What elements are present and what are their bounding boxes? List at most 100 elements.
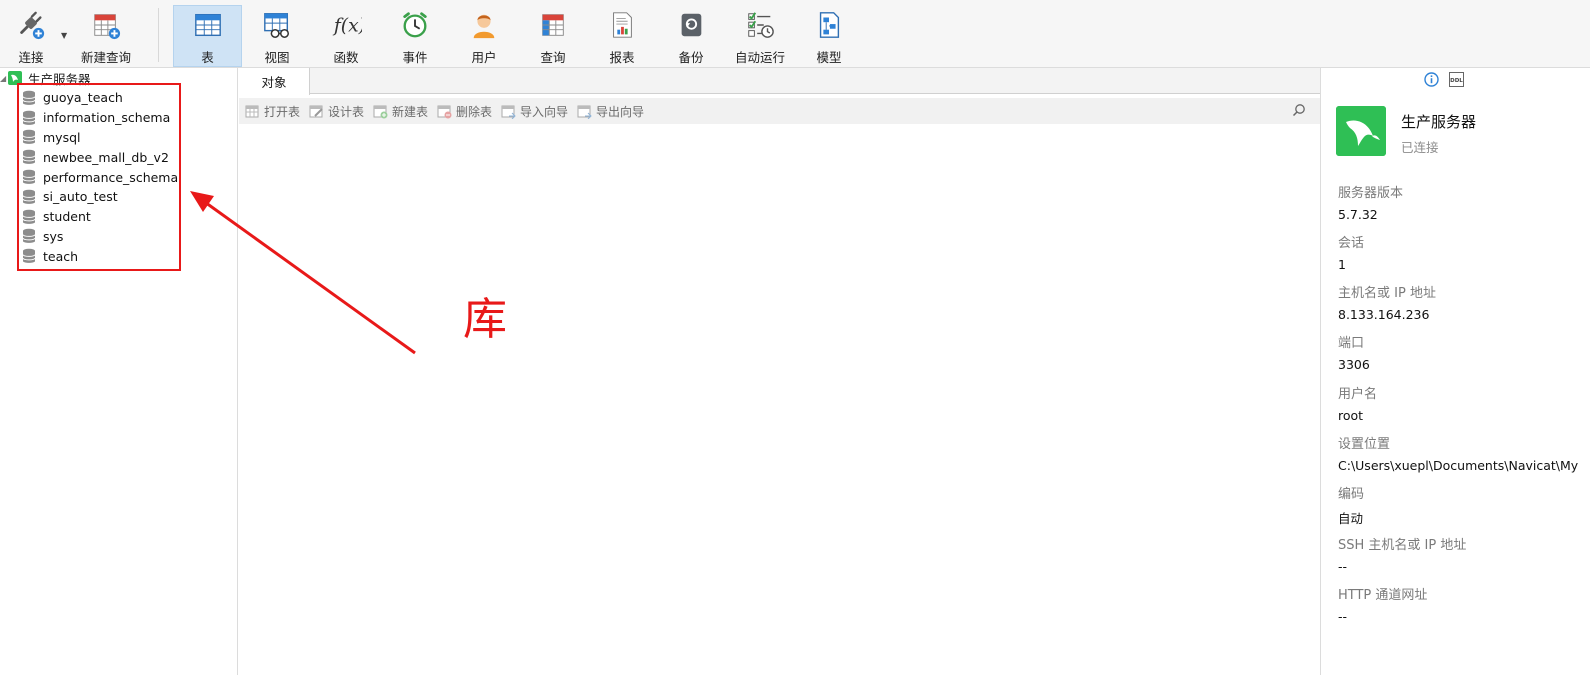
property-key: 用户名: [1338, 387, 1378, 402]
open-table-icon: [245, 105, 259, 118]
property-key: 服务器版本: [1338, 186, 1404, 201]
backup-icon: [681, 13, 702, 37]
users-button[interactable]: 用户: [459, 6, 509, 66]
property-value: C:\Users\xuepl\Documents\Navicat\My: [1338, 458, 1579, 473]
objects-pane: 对象 打开表 设计表 新建表 删除表 导入向导 导出向导: [239, 68, 1320, 675]
table-icon: [194, 13, 221, 37]
object-toolbar-label: 导入向导: [520, 105, 569, 119]
new-table-button[interactable]: 新建表: [373, 103, 428, 120]
info-icon[interactable]: [1424, 72, 1439, 87]
reports-button[interactable]: 报表: [597, 6, 647, 66]
property-key: 端口: [1338, 336, 1365, 351]
connect-button[interactable]: 连接: [5, 6, 57, 66]
property-key: 会话: [1338, 236, 1365, 251]
toolbar-label: 表: [201, 50, 214, 65]
toolbar-divider: [158, 8, 159, 62]
events-button[interactable]: 事件: [390, 6, 440, 66]
clock-icon: [403, 12, 427, 38]
import-wizard-button[interactable]: 导入向导: [501, 103, 568, 120]
toolbar-label: 连接: [18, 50, 44, 65]
info-pane: DDL 生产服务器 已连接 服务器版本 5.7.32 会话 1 主机名或 IP …: [1320, 68, 1590, 675]
property-value: 5.7.32: [1338, 207, 1378, 222]
query-icon: [542, 14, 564, 36]
chevron-down-icon[interactable]: ▼: [61, 31, 67, 40]
property-value: --: [1338, 609, 1348, 624]
connection-status: 已连接: [1401, 140, 1439, 155]
object-toolbar-label: 新建表: [392, 105, 429, 119]
property-sessions: 会话 1: [1338, 232, 1364, 272]
property-value: 8.133.164.236: [1338, 307, 1430, 322]
delete-table-icon: [437, 105, 452, 119]
annotation-label: 库: [463, 294, 507, 345]
property-key: 主机名或 IP 地址: [1338, 286, 1436, 301]
design-table-button[interactable]: 设计表: [309, 103, 364, 120]
toolbar-label: 事件: [402, 50, 428, 65]
export-wizard-icon: [577, 105, 592, 119]
toolbar-label: 用户: [471, 50, 497, 65]
search-icon[interactable]: [1292, 103, 1306, 117]
export-wizard-button[interactable]: 导出向导: [577, 103, 644, 120]
model-icon: [819, 12, 840, 38]
object-toolbar-label: 删除表: [456, 105, 493, 119]
view-icon: [264, 13, 289, 38]
toolbar-label: 新建查询: [80, 50, 131, 65]
import-wizard-icon: [501, 105, 516, 119]
toolbar-label: 备份: [678, 50, 704, 65]
property-value: 3306: [1338, 357, 1370, 372]
svg-text:DDL: DDL: [1450, 78, 1463, 84]
property-value: --: [1338, 559, 1348, 574]
toolbar-label: 报表: [609, 50, 635, 65]
property-server-version: 服务器版本 5.7.32: [1338, 182, 1403, 222]
server-name: 生产服务器: [1401, 113, 1477, 131]
property-host: 主机名或 IP 地址 8.133.164.236: [1338, 282, 1436, 322]
plug-icon: [20, 11, 45, 40]
property-value: root: [1338, 408, 1364, 423]
views-button[interactable]: 视图: [252, 6, 302, 66]
new-table-icon: [373, 105, 388, 119]
object-toolbar: 打开表 设计表 新建表 删除表 导入向导 导出向导: [239, 98, 1320, 124]
object-toolbar-label: 设计表: [328, 105, 365, 119]
property-key: 设置位置: [1338, 437, 1391, 452]
property-username: 用户名 root: [1338, 383, 1377, 423]
models-button[interactable]: 模型: [804, 6, 854, 66]
function-icon: f(x): [332, 16, 362, 37]
property-ssh-host: SSH 主机名或 IP 地址 --: [1338, 534, 1466, 574]
property-port: 端口 3306: [1338, 332, 1370, 372]
svg-text:f(x): f(x): [332, 16, 362, 37]
toolbar-label: 函数: [333, 50, 359, 65]
collapse-icon[interactable]: ◢: [0, 74, 8, 83]
property-encoding: 编码 自动: [1338, 483, 1364, 527]
toolbar-label: 查询: [540, 50, 566, 65]
design-table-icon: [309, 105, 323, 118]
delete-table-button[interactable]: 删除表: [437, 103, 492, 120]
property-value: 1: [1338, 257, 1346, 272]
report-icon: [613, 12, 632, 38]
property-key: HTTP 通道网址: [1338, 588, 1428, 603]
property-value: 自动: [1338, 511, 1364, 526]
property-key: 编码: [1338, 487, 1365, 502]
toolbar-label: 模型: [816, 50, 842, 65]
property-http-tunnel: HTTP 通道网址 --: [1338, 584, 1427, 624]
queries-button[interactable]: 查询: [528, 6, 578, 66]
property-key: SSH 主机名或 IP 地址: [1338, 538, 1467, 553]
object-toolbar-label: 打开表: [264, 105, 301, 119]
user-icon: [473, 14, 495, 39]
new-query-button[interactable]: 新建查询: [78, 6, 134, 66]
automation-button[interactable]: 自动运行: [730, 6, 790, 66]
tab-objects[interactable]: 对象: [239, 68, 310, 95]
annotation-highlight-box: [17, 83, 181, 271]
backup-button[interactable]: 备份: [666, 6, 716, 66]
mysql-server-logo: [1336, 106, 1386, 156]
tables-button[interactable]: 表: [173, 5, 242, 67]
ddl-icon[interactable]: DDL: [1449, 72, 1464, 87]
automation-icon: [748, 12, 774, 38]
new-query-icon: [94, 14, 121, 40]
functions-button[interactable]: f(x) 函数: [321, 6, 371, 66]
main-toolbar: 连接 ▼ 新建查询 表 视图 f(x 函数 事件 用户 查询 报表 备份 自动运…: [0, 0, 1590, 68]
toolbar-label: 自动运行: [734, 50, 785, 65]
open-table-button[interactable]: 打开表: [245, 103, 300, 120]
toolbar-label: 视图: [264, 50, 290, 65]
tab-bar: 对象: [239, 68, 1320, 95]
property-settings-location: 设置位置 C:\Users\xuepl\Documents\Navicat\My: [1338, 433, 1578, 473]
object-toolbar-label: 导出向导: [596, 105, 645, 119]
